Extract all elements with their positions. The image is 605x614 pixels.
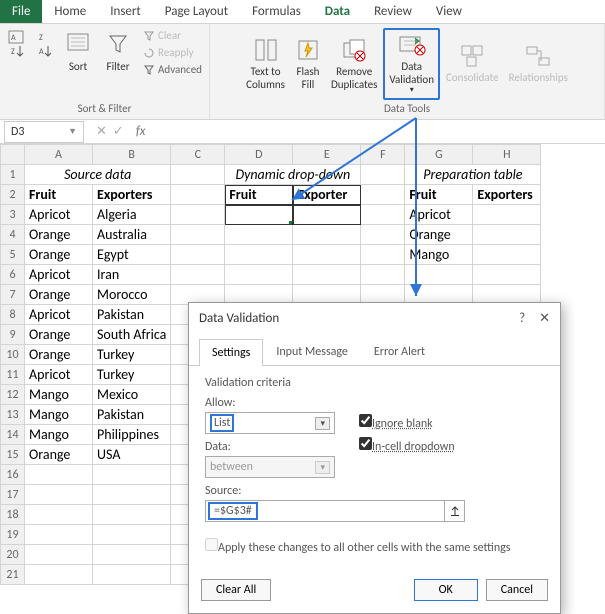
filter-button[interactable]: Filter xyxy=(100,28,136,75)
svg-text:A: A xyxy=(39,47,44,57)
ribbon-tabstrip: File Home Insert Page Layout Formulas Da… xyxy=(0,0,605,24)
apply-all-checkbox: Apply these changes to all other cells w… xyxy=(205,538,544,555)
cell-d3[interactable] xyxy=(225,205,293,225)
source-input[interactable]: =$G$3# xyxy=(205,500,465,522)
cancel-button[interactable]: Cancel xyxy=(486,579,548,601)
data-select: between▾ xyxy=(205,456,335,478)
data-validation-button[interactable]: Data Validation▾ xyxy=(383,28,440,100)
allow-label: Allow: xyxy=(205,396,335,410)
allow-select[interactable]: List▾ xyxy=(205,412,335,434)
ribbon: AZ ZA Sort Filter Clear Reapply Advanced… xyxy=(0,24,605,120)
reapply-button[interactable]: Reapply xyxy=(140,45,205,60)
remove-duplicates-button[interactable]: Remove Duplicates xyxy=(327,28,381,100)
header-source: Source data xyxy=(25,165,171,185)
tab-formulas[interactable]: Formulas xyxy=(240,0,313,23)
close-icon[interactable]: ✕ xyxy=(539,311,550,326)
group-label-sortfilter: Sort & Filter xyxy=(6,102,203,115)
tab-home[interactable]: Home xyxy=(42,0,98,23)
sort-za-button[interactable]: ZA xyxy=(32,28,56,62)
tab-insert[interactable]: Insert xyxy=(98,0,153,23)
header-dynamic: Dynamic drop-down xyxy=(225,165,361,185)
formula-bar: D3▼ ✕ ✓ fx xyxy=(0,120,605,144)
clear-all-button[interactable]: Clear All xyxy=(201,579,271,601)
tab-pagelayout[interactable]: Page Layout xyxy=(153,0,240,23)
group-label-datatools: Data Tools xyxy=(216,102,598,115)
text-to-columns-button[interactable]: Text to Columns xyxy=(242,28,289,100)
tab-review[interactable]: Review xyxy=(362,0,424,23)
range-picker-icon[interactable] xyxy=(444,501,464,521)
chevron-down-icon: ▼ xyxy=(68,126,77,137)
chevron-down-icon: ▾ xyxy=(410,86,414,96)
clear-filter-button[interactable]: Clear xyxy=(140,28,205,43)
tab-file[interactable]: File xyxy=(0,0,42,23)
relationships-button[interactable]: Relationships xyxy=(505,28,572,100)
incell-dropdown-checkbox[interactable]: In-cell dropdown xyxy=(359,437,455,454)
svg-text:A: A xyxy=(11,33,16,43)
header-prep: Preparation table xyxy=(405,165,541,185)
enter-icon[interactable]: ✓ xyxy=(113,124,124,139)
data-validation-dialog: Data Validation ? ✕ Settings Input Messa… xyxy=(188,302,561,614)
svg-text:Z: Z xyxy=(11,47,15,57)
dialog-title: Data Validation xyxy=(199,311,279,326)
tab-input-message[interactable]: Input Message xyxy=(263,338,361,365)
ignore-blank-checkbox[interactable]: Ignore blank xyxy=(359,414,455,431)
advanced-filter-button[interactable]: Advanced xyxy=(140,62,205,77)
tab-error-alert[interactable]: Error Alert xyxy=(361,338,438,365)
flash-fill-button[interactable]: Flash Fill xyxy=(291,28,325,100)
tab-settings[interactable]: Settings xyxy=(199,339,263,366)
chevron-down-icon: ▾ xyxy=(315,417,330,430)
help-icon[interactable]: ? xyxy=(519,311,525,326)
svg-text:Z: Z xyxy=(39,33,43,43)
fx-icon[interactable]: fx xyxy=(132,124,150,139)
sort-az-button[interactable]: AZ xyxy=(4,28,28,62)
sort-button[interactable]: Sort xyxy=(60,28,96,75)
cancel-icon[interactable]: ✕ xyxy=(96,124,107,139)
consolidate-button[interactable]: Consolidate xyxy=(442,28,503,100)
name-box[interactable]: D3▼ xyxy=(4,121,84,143)
validation-criteria-label: Validation criteria xyxy=(205,376,544,390)
tab-data[interactable]: Data xyxy=(313,0,362,23)
source-label: Source: xyxy=(205,484,544,498)
ok-button[interactable]: OK xyxy=(414,579,478,601)
tab-view[interactable]: View xyxy=(424,0,474,23)
data-label: Data: xyxy=(205,440,335,454)
